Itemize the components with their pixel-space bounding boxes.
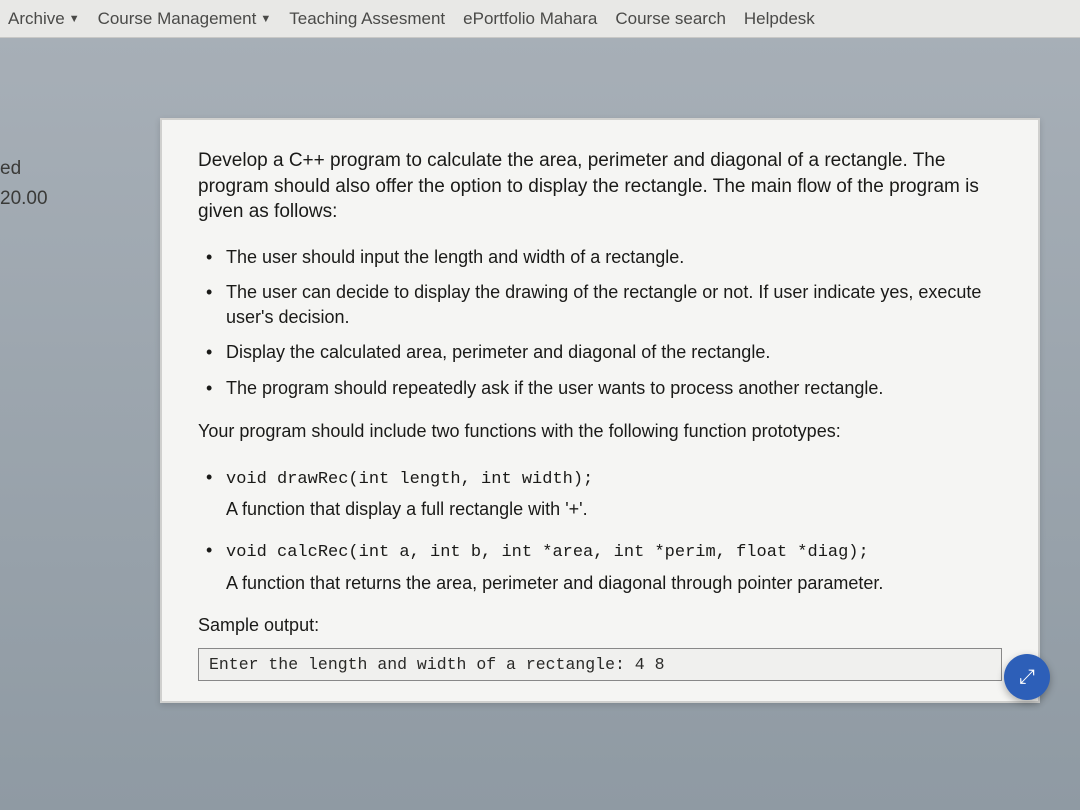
nav-helpdesk-label: Helpdesk <box>744 9 815 29</box>
list-item: The user should input the length and wid… <box>198 245 1002 270</box>
nav-teaching-assessment[interactable]: Teaching Assesment <box>289 9 445 29</box>
flow-list: The user should input the length and wid… <box>198 245 1002 401</box>
top-navbar: Archive ▼ Course Management ▼ Teaching A… <box>0 0 1080 38</box>
nav-course-search[interactable]: Course search <box>615 9 726 29</box>
list-item: The user can decide to display the drawi… <box>198 280 1002 330</box>
sidebar-score: 20.00 <box>0 188 150 210</box>
sidebar: ed 20.00 <box>0 78 150 703</box>
list-item: void drawRec(int length, int width); A f… <box>198 464 1002 524</box>
nav-course-management[interactable]: Course Management ▼ <box>98 9 272 29</box>
caret-down-icon: ▼ <box>260 13 271 25</box>
list-item: Display the calculated area, perimeter a… <box>198 340 1002 365</box>
nav-course-mgmt-label: Course Management <box>98 9 257 29</box>
func-prototype: void calcRec(int a, int b, int *area, in… <box>226 543 869 562</box>
nav-archive-label: Archive <box>8 9 65 29</box>
func-prototype: void drawRec(int length, int width); <box>226 470 593 489</box>
func-description: A function that display a full rectangle… <box>226 496 1002 523</box>
nav-eportfolio[interactable]: ePortfolio Mahara <box>463 9 597 29</box>
sample-output-text: Enter the length and width of a rectangl… <box>209 655 664 674</box>
sample-output-box: Enter the length and width of a rectangl… <box>198 648 1002 681</box>
sidebar-status-label: ed <box>0 158 150 180</box>
function-list: void drawRec(int length, int width); A f… <box>198 464 1002 597</box>
nav-teaching-label: Teaching Assesment <box>289 9 445 29</box>
nav-archive[interactable]: Archive ▼ <box>8 9 80 29</box>
page-wrap: ed 20.00 Develop a C++ program to calcul… <box>0 38 1080 703</box>
nav-search-label: Course search <box>615 9 726 29</box>
nav-helpdesk[interactable]: Helpdesk <box>744 9 815 29</box>
list-item: void calcRec(int a, int b, int *area, in… <box>198 537 1002 597</box>
caret-down-icon: ▼ <box>69 13 80 25</box>
func-description: A function that returns the area, perime… <box>226 570 1002 597</box>
functions-intro: Your program should include two function… <box>198 421 1002 442</box>
intro-paragraph: Develop a C++ program to calculate the a… <box>198 148 1002 225</box>
expand-icon: ⤢ <box>1019 666 1035 689</box>
list-item: The program should repeatedly ask if the… <box>198 376 1002 401</box>
nav-portfolio-label: ePortfolio Mahara <box>463 9 597 29</box>
sample-output-label: Sample output: <box>198 615 1002 636</box>
expand-fab-button[interactable]: ⤢ <box>1004 654 1050 700</box>
question-panel: Develop a C++ program to calculate the a… <box>160 118 1040 703</box>
